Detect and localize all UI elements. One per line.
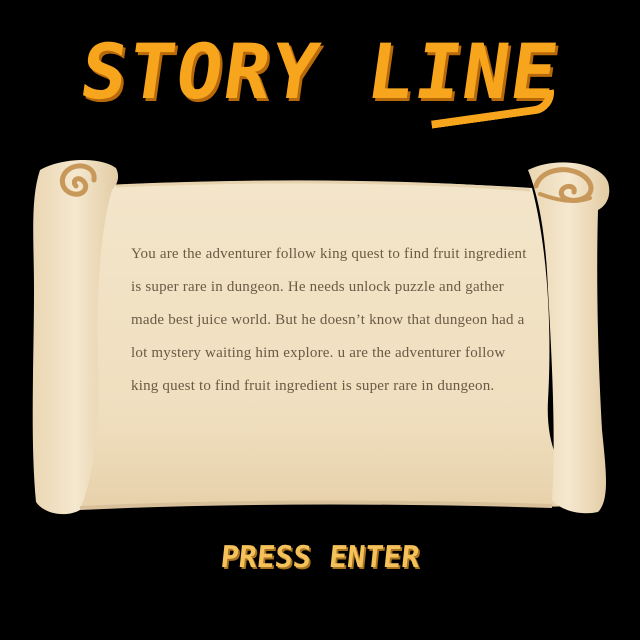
- press-enter-prompt[interactable]: PRESS ENTER: [0, 530, 640, 586]
- story-screen: STORY LINE You are the adventurer follow…: [0, 0, 640, 640]
- story-paragraph: You are the adventurer follow king quest…: [131, 246, 527, 394]
